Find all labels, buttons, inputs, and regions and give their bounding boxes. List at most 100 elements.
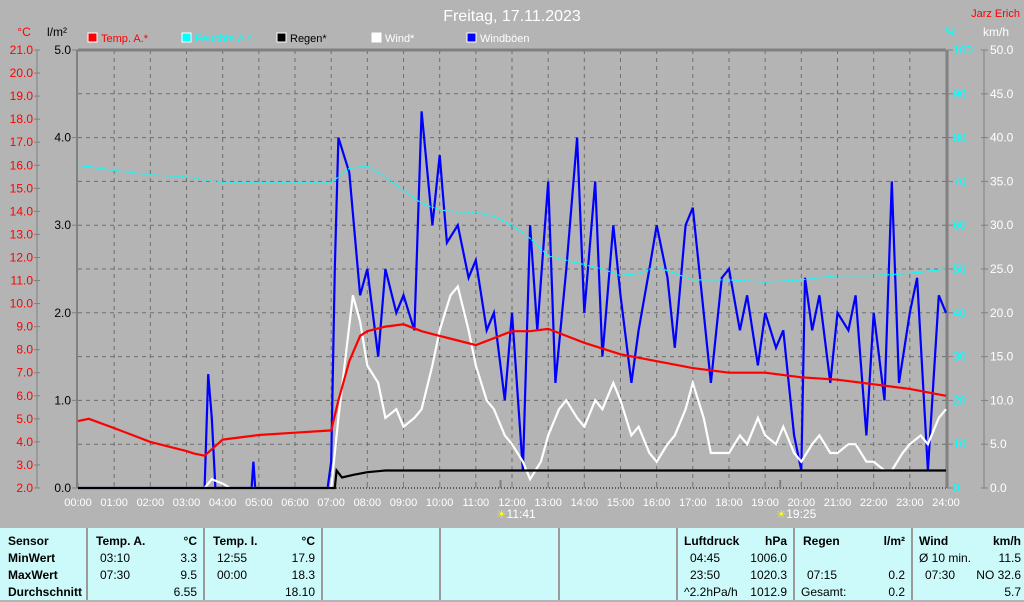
header: Temp. A. <box>96 534 146 548</box>
label-durchschnitt: Durchschnitt <box>8 585 83 599</box>
label-sensor: Sensor <box>8 534 49 548</box>
x-tick-label: 18:00 <box>715 497 743 509</box>
temp-tick-label: 18.0 <box>10 112 34 126</box>
x-tick-label: 19:00 <box>751 497 779 509</box>
rain-axis-unit: l/m² <box>47 25 67 39</box>
label-minwert: MinWert <box>8 551 56 565</box>
temp-tick-label: 21.0 <box>10 43 34 57</box>
temp-tick-label: 15.0 <box>10 181 34 195</box>
wind-tick-label: 10.0 <box>990 393 1014 407</box>
humidity-tick-label: 70 <box>953 174 967 188</box>
unit: l/m² <box>883 534 905 548</box>
temp-tick-label: 11.0 <box>11 274 34 288</box>
trend: ^2.2hPa/h <box>684 585 738 599</box>
humidity-tick-label: 50 <box>953 262 967 276</box>
humidity-tick-label: 10 <box>953 437 967 451</box>
value: 1006.0 <box>750 551 787 565</box>
humidity-tick-label: 100 <box>953 43 973 57</box>
legend-label: Regen* <box>290 33 327 45</box>
x-tick-label: 04:00 <box>209 497 237 509</box>
value: 18.3 <box>291 568 315 582</box>
x-tick-label: 10:00 <box>426 497 454 509</box>
temp-tick-label: 5.0 <box>16 412 33 426</box>
rain-tick-label: 2.0 <box>54 306 71 320</box>
value: 3.3 <box>180 551 197 565</box>
temp-tick-label: 6.0 <box>16 389 33 403</box>
humidity-tick-label: 30 <box>953 350 967 364</box>
footer-col-pressure: Luftdruck hPa 04:45 1006.0 23:50 1020.3 ^2.… <box>678 528 795 600</box>
footer-col-wind: Wind km/h Ø 10 min. 11.5 07:30 NO 32.6 5.7 <box>913 528 1024 600</box>
x-tick-label: 21:00 <box>824 497 852 509</box>
x-tick-label: 09:00 <box>390 497 418 509</box>
author-label: Jarz Erich <box>971 8 1020 20</box>
time: 04:45 <box>690 551 721 565</box>
x-tick-label: 07:00 <box>317 497 345 509</box>
value: 0.2 <box>888 568 905 582</box>
humidity-axis-unit: % <box>946 25 957 39</box>
header: Wind <box>919 534 949 548</box>
unit: °C <box>301 534 315 548</box>
x-tick-label: 03:00 <box>173 497 201 509</box>
x-tick-label: 08:00 <box>354 497 382 509</box>
temp-axis-unit: °C <box>17 25 31 39</box>
legend-swatch-4 <box>466 32 477 43</box>
x-tick-label: 17:00 <box>679 497 707 509</box>
x-tick-label: 06:00 <box>281 497 309 509</box>
rain-tick-label: 3.0 <box>54 218 71 232</box>
wind-tick-label: 25.0 <box>990 262 1014 276</box>
time: 07:30 <box>925 568 956 582</box>
wind-tick-label: 15.0 <box>990 350 1014 364</box>
footer-col-empty <box>560 528 678 600</box>
wind-tick-label: 0.0 <box>990 481 1007 495</box>
x-tick-label: 24:00 <box>932 497 960 509</box>
wind-tick-label: 5.0 <box>990 437 1007 451</box>
x-tick-label: 15:00 <box>607 497 635 509</box>
unit: hPa <box>764 534 787 548</box>
legend-label: Temp. A.* <box>101 33 149 45</box>
sunrise-time: 11:41 <box>507 507 536 521</box>
value: 1012.9 <box>750 585 787 599</box>
footer-col-empty <box>323 528 441 600</box>
legend-swatch-3 <box>371 32 382 43</box>
chart-title: Freitag, 17.11.2023 <box>443 8 581 25</box>
temp-tick-label: 3.0 <box>16 458 33 472</box>
x-tick-label: 16:00 <box>643 497 671 509</box>
temp-tick-label: 16.0 <box>10 158 34 172</box>
time: 00:00 <box>217 568 248 582</box>
temp-tick-label: 2.0 <box>16 481 33 495</box>
unit: °C <box>183 534 197 548</box>
time: 23:50 <box>690 568 721 582</box>
value: 9.5 <box>180 568 197 582</box>
value: NO 32.6 <box>976 568 1021 582</box>
x-tick-label: 02:00 <box>137 497 165 509</box>
temp-tick-label: 14.0 <box>10 204 34 218</box>
x-tick-label: 11:00 <box>462 497 489 509</box>
temp-tick-label: 19.0 <box>10 89 34 103</box>
humidity-tick-label: 90 <box>953 87 967 101</box>
time: 07:15 <box>807 568 838 582</box>
header: Regen <box>803 534 840 548</box>
temp-tick-label: 10.0 <box>10 297 34 311</box>
humidity-tick-label: 20 <box>953 393 967 407</box>
temp-tick-label: 20.0 <box>10 66 34 80</box>
label-maxwert: MaxWert <box>8 568 58 582</box>
footer-col-rain: Regen l/m² 07:15 0.2 Gesamt: 0.2 <box>795 528 913 600</box>
temp-tick-label: 12.0 <box>10 250 34 264</box>
time: 03:10 <box>100 551 131 565</box>
rain-tick-label: 0.0 <box>54 481 71 495</box>
weather-chart: Freitag, 17.11.2023 Jarz Erich °C 2.0 3.0 4.0… <box>10 8 1020 521</box>
x-tick-label: 13:00 <box>534 497 562 509</box>
x-tick-label: 00:00 <box>64 497 92 509</box>
value: 11.5 <box>998 551 1021 565</box>
legend-swatch-1 <box>181 32 192 43</box>
x-tick-label: 23:00 <box>896 497 924 509</box>
humidity-tick-label: 80 <box>953 131 967 145</box>
x-tick-label: 01:00 <box>100 497 128 509</box>
sunset-icon: ☀ <box>776 508 786 521</box>
value: 5.7 <box>1004 585 1021 599</box>
wind-tick-label: 40.0 <box>990 131 1014 145</box>
legend-label: Feuchte A.* <box>195 33 253 45</box>
time: 12:55 <box>217 551 248 565</box>
unit: km/h <box>992 534 1021 548</box>
wind-tick-label: 50.0 <box>990 43 1014 57</box>
